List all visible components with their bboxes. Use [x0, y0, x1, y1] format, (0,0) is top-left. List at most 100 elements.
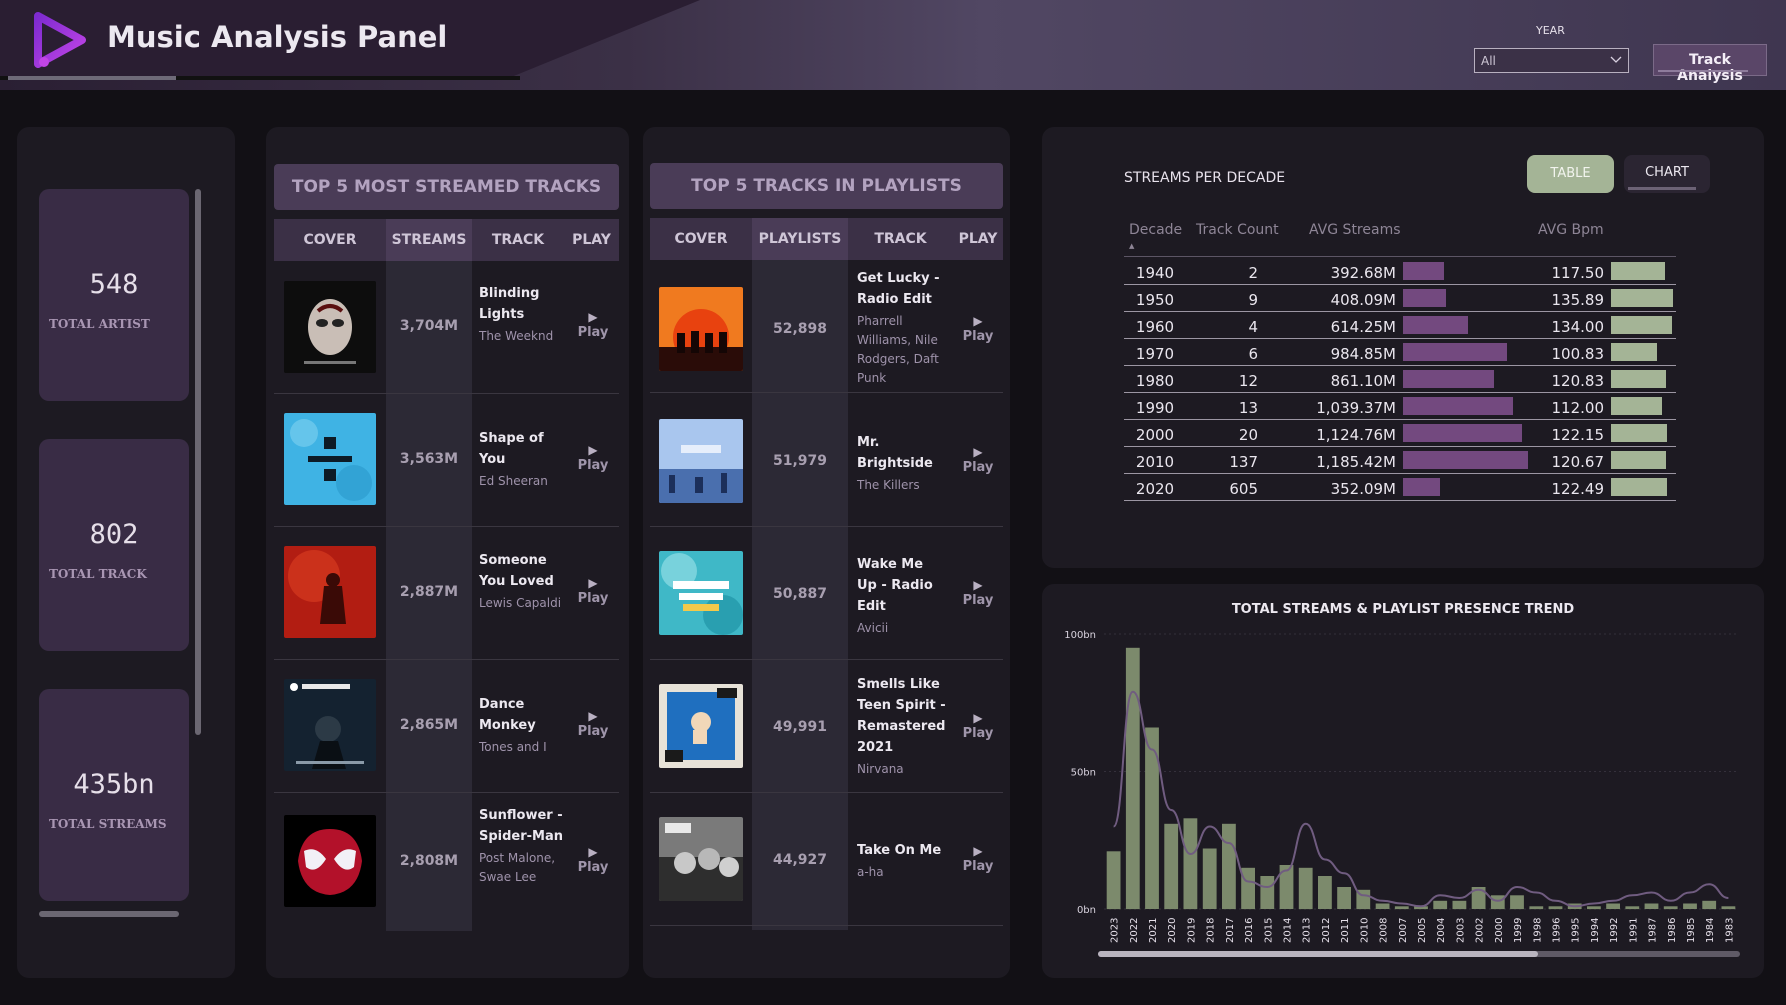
- play-icon: ▶: [973, 578, 983, 592]
- x-tick-label: 2004: [1436, 918, 1447, 943]
- avg-bpm-bar: [1611, 478, 1667, 496]
- playlist-count: 51,979: [772, 453, 828, 469]
- column-header-streams[interactable]: STREAMS: [386, 219, 472, 261]
- column-header-cover[interactable]: COVER: [650, 218, 752, 260]
- play-button[interactable]: ▶ Play: [953, 843, 1003, 874]
- column-header-avg-bpm[interactable]: AVG Bpm: [1538, 222, 1604, 238]
- play-icon: ▶: [973, 844, 983, 858]
- kpi-label: TOTAL ARTIST: [49, 317, 150, 331]
- track-name: Sunflower - Spider-Man: [479, 808, 564, 844]
- table-header: COVER STREAMS TRACK PLAY: [274, 219, 619, 261]
- artist-name: Post Malone, Swae Lee: [479, 851, 556, 884]
- table-row: 2,887M Someone You Loved Lewis Capaldi ▶…: [274, 527, 619, 660]
- track-count-cell: 6: [1248, 345, 1258, 363]
- x-tick-label: 2021: [1148, 918, 1159, 943]
- play-icon: ▶: [973, 445, 983, 459]
- play-button[interactable]: ▶ Play: [567, 708, 619, 739]
- avg-bpm-bar: [1611, 262, 1665, 280]
- avg-bpm-cell: 122.15: [1551, 426, 1605, 444]
- avg-streams-bar: [1403, 316, 1468, 334]
- track-analysis-label: Track Analysis: [1677, 52, 1743, 84]
- vertical-scrollbar[interactable]: [195, 189, 201, 735]
- chart-bar: [1490, 895, 1505, 910]
- column-header-track[interactable]: TRACK: [848, 218, 953, 260]
- artist-name: Tones and I: [479, 740, 547, 754]
- column-header-play[interactable]: PLAY: [564, 219, 619, 261]
- chart-bar: [1394, 906, 1409, 910]
- play-icon: ▶: [588, 310, 598, 324]
- play-button[interactable]: ▶ Play: [567, 309, 619, 340]
- decade-row: 1990 13 1,039.37M 112.00: [1124, 393, 1676, 420]
- decade-row: 1940 2 392.68M 117.50: [1124, 258, 1676, 285]
- top-playlists-panel: TOP 5 TRACKS IN PLAYLISTS COVER PLAYLIST…: [643, 127, 1010, 978]
- table-header: COVER PLAYLISTS TRACK PLAY: [650, 218, 1003, 260]
- chart-bar: [1587, 906, 1601, 910]
- chart-bar: [1125, 647, 1140, 910]
- artist-name: Pharrell Williams, Nile Rodgers, Daft Pu…: [857, 314, 939, 385]
- track-analysis-button[interactable]: Track Analysis: [1653, 44, 1767, 84]
- avg-streams-cell: 1,124.76M: [1316, 426, 1396, 444]
- x-tick-label: 1984: [1705, 918, 1716, 943]
- column-header-track[interactable]: TRACK: [472, 219, 564, 261]
- chart-scroll-thumb[interactable]: [1098, 951, 1538, 957]
- artist-name: a-ha: [857, 865, 884, 879]
- column-header-decade[interactable]: Decade: [1129, 222, 1182, 238]
- x-tick-label: 1999: [1513, 918, 1524, 943]
- decade-row: 2020 605 352.09M 122.49: [1124, 474, 1676, 501]
- x-tick-label: 2014: [1283, 918, 1294, 943]
- y-tick-label: 50bn: [1071, 768, 1096, 779]
- stream-count: 2,887M: [399, 584, 459, 600]
- kpi-card-total-artist: 548 TOTAL ARTIST: [39, 189, 189, 401]
- kpi-value: 802: [89, 519, 139, 550]
- track-count-cell: 605: [1229, 480, 1258, 498]
- trend-chart: 100bn 50bn 0bn 2023 2022 2021 2020 2019 2018 2017…: [1064, 630, 1740, 957]
- x-tick-label: 2022: [1129, 918, 1140, 943]
- play-button[interactable]: ▶ Play: [567, 575, 619, 606]
- kpi-card-total-track: 802 TOTAL TRACK: [39, 439, 189, 651]
- play-button[interactable]: ▶ Play: [953, 444, 1003, 475]
- chart-bar: [1318, 876, 1332, 909]
- play-button[interactable]: ▶ Play: [953, 710, 1003, 741]
- chart-bar: [1164, 823, 1179, 910]
- header-bar: Music Analysis Panel YEAR All Track Anal…: [0, 0, 1786, 90]
- kpi-label: TOTAL STREAMS: [49, 817, 167, 831]
- year-filter-dropdown[interactable]: All: [1474, 48, 1629, 73]
- decade-cell: 1980: [1135, 372, 1175, 390]
- artist-name: Nirvana: [857, 762, 904, 776]
- play-button[interactable]: ▶ Play: [953, 577, 1003, 608]
- track-count-cell: 2: [1248, 264, 1258, 282]
- avg-streams-bar: [1403, 424, 1522, 442]
- x-tick-label: 2005: [1417, 918, 1428, 943]
- column-header-cover[interactable]: COVER: [274, 219, 386, 261]
- album-cover-image: [284, 281, 376, 373]
- column-header-playlists[interactable]: PLAYLISTS: [752, 218, 848, 260]
- artist-name: Ed Sheeran: [479, 474, 548, 488]
- play-button[interactable]: ▶ Play: [567, 442, 619, 473]
- chart-bar: [1529, 906, 1544, 910]
- decade-cell: 2020: [1135, 480, 1175, 498]
- avg-streams-cell: 352.09M: [1330, 480, 1396, 498]
- avg-streams-bar: [1403, 478, 1440, 496]
- horizontal-scrollbar[interactable]: [39, 911, 179, 917]
- play-button[interactable]: ▶ Play: [953, 313, 1003, 344]
- sort-ascending-icon: ▲: [1129, 242, 1135, 250]
- album-cover-image: [659, 287, 743, 371]
- column-header-play[interactable]: PLAY: [953, 218, 1003, 260]
- x-tick-label: 2003: [1455, 918, 1466, 943]
- artist-name: The Weeknd: [479, 329, 554, 343]
- panel-title: STREAMS PER DECADE: [1124, 170, 1286, 186]
- kpi-value: 435bn: [73, 769, 155, 800]
- decade-row: 1980 12 861.10M 120.83: [1124, 366, 1676, 393]
- table-toggle-button[interactable]: TABLE: [1527, 155, 1614, 193]
- track-name: Wake Me Up - Radio Edit: [857, 557, 933, 614]
- decade-row: 1970 6 984.85M 100.83: [1124, 339, 1676, 366]
- table-row: 3,704M Blinding Lights The Weeknd ▶ Play: [274, 261, 619, 394]
- chart-toggle-button[interactable]: CHART: [1624, 155, 1710, 193]
- decade-cell: 2000: [1135, 426, 1175, 444]
- track-name: Shape of You: [479, 431, 544, 467]
- track-name: Mr. Brightside: [857, 435, 933, 471]
- play-button[interactable]: ▶ Play: [567, 844, 619, 875]
- album-cover-image: [659, 419, 743, 503]
- column-header-avg-streams[interactable]: AVG Streams: [1309, 222, 1401, 238]
- column-header-track-count[interactable]: Track Count: [1196, 222, 1279, 238]
